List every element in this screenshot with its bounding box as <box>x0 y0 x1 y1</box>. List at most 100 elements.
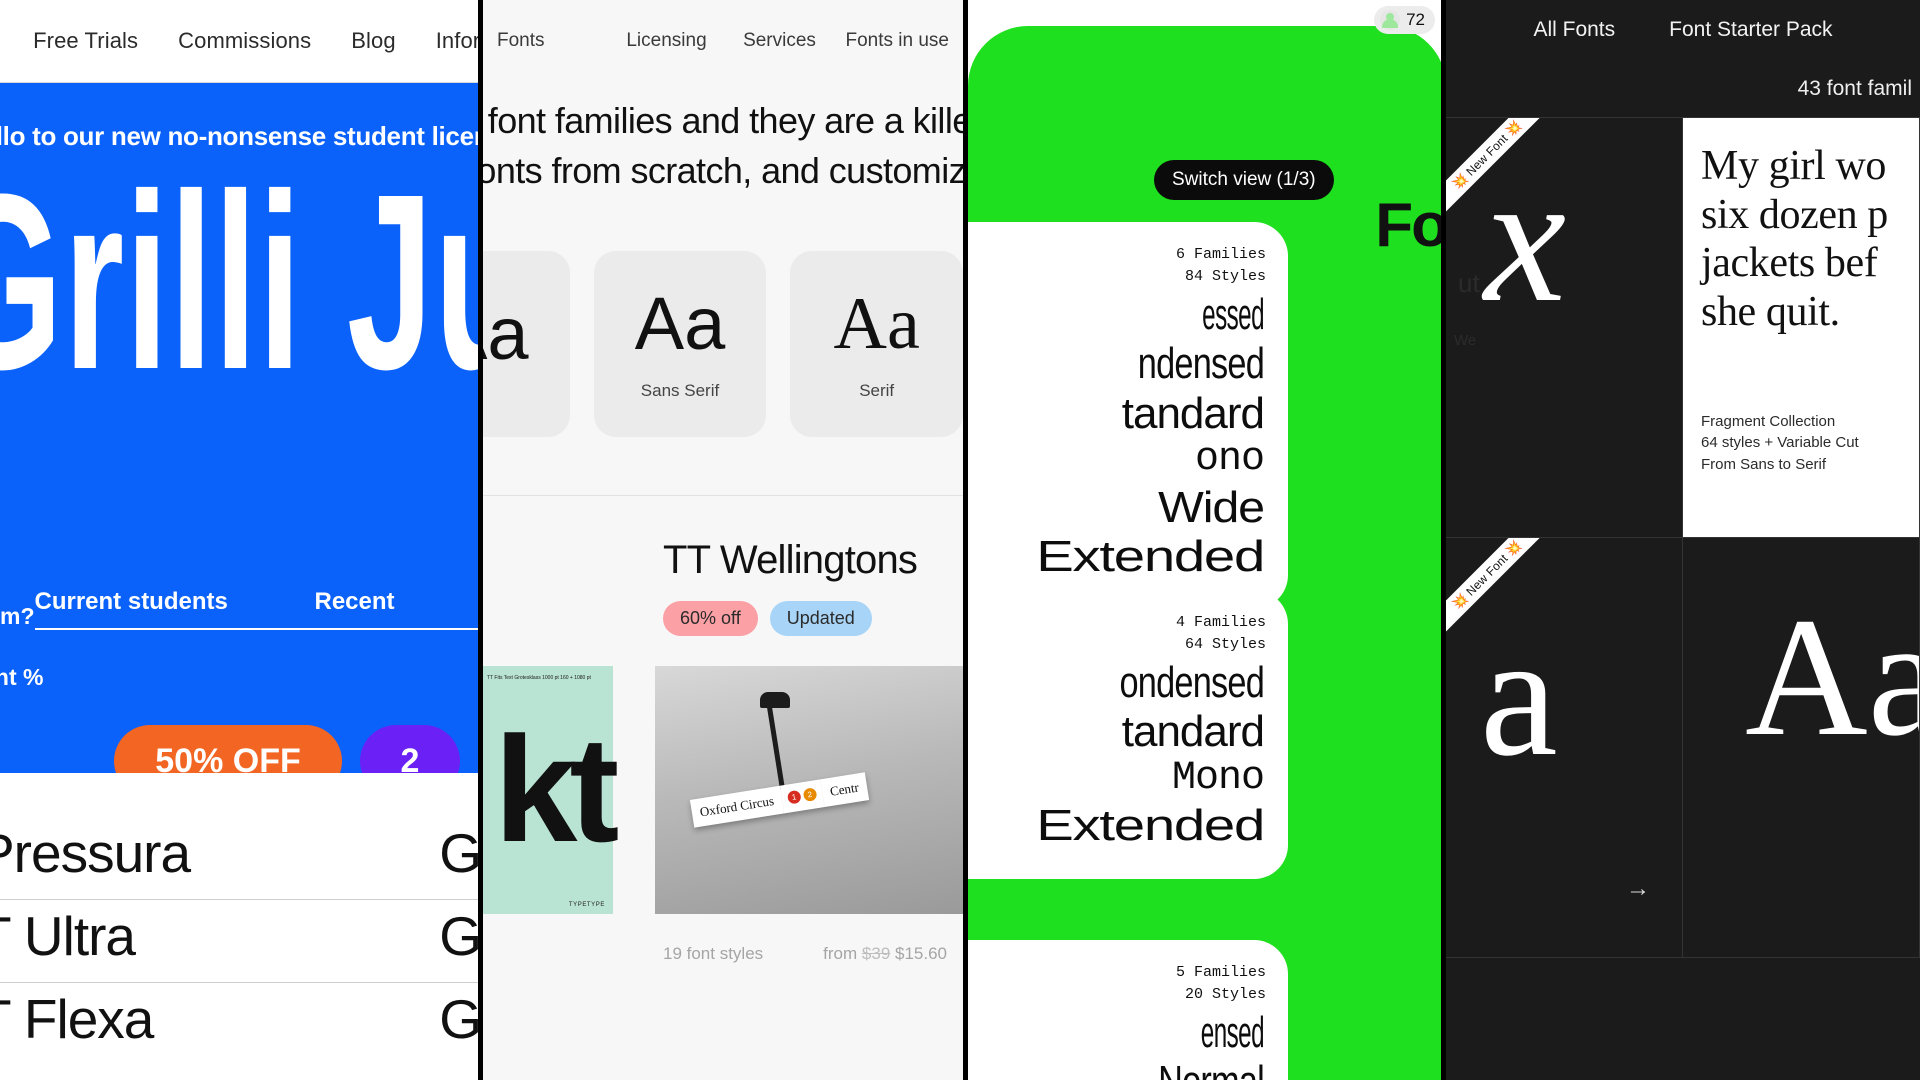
discount-pill-50-off[interactable]: 50% OFF <box>114 725 342 773</box>
family-width-line: ensed <box>1200 1008 1265 1057</box>
family-card[interactable]: 5 Families 20 Styles ensed Normal <box>968 940 1288 1080</box>
family-card-meta: 4 Families 64 Styles <box>1176 612 1266 656</box>
form-field-recent[interactable]: Recent <box>314 588 478 630</box>
sign-dot-2: 2 <box>802 787 818 803</box>
form-row-discount: count % <box>0 664 478 691</box>
category-card-serif[interactable]: Aa Serif <box>790 251 963 438</box>
family-width-line: tandard <box>1121 707 1265 757</box>
font-count-label: 43 font famil <box>1797 76 1912 100</box>
font-family-block: TT Wellingtons 60% off Updated <box>663 496 963 637</box>
discount-pill-secondary[interactable]: 2 <box>360 725 460 773</box>
form-label-whom: whom? <box>0 603 35 629</box>
floating-word: Fo <box>1375 191 1441 260</box>
family-width-line: ono <box>1194 436 1265 482</box>
switch-view-button[interactable]: Switch view (1/3) <box>1154 160 1334 200</box>
category-card-group: Aa Aa Sans Serif Aa Serif <box>483 195 963 438</box>
font-card-specimen[interactable]: My girl wo six dozen p jackets bef she q… <box>1683 118 1920 538</box>
family-width-line: Extended <box>1036 801 1265 851</box>
form-row-whom: whom? Current students Recent <box>0 588 478 630</box>
specimen-mint-card[interactable]: TT Fits Text Grotesklass 1000 pt 160 + 1… <box>483 666 619 915</box>
specimen-tiny-text: TT Fits Text Grotesklass 1000 pt 160 + 1… <box>487 675 591 682</box>
nav-item-licensing[interactable]: Licensing <box>610 30 723 52</box>
family-title: TT Wellingtons <box>663 538 918 583</box>
family-card[interactable]: 4 Families 64 Styles ondensed tandard Mo… <box>968 590 1288 879</box>
caption-line-1: Fragment Collection <box>1701 413 1836 431</box>
ghost-text-2: We <box>1454 332 1477 349</box>
nav-item-commissions[interactable]: Commissions <box>178 28 311 54</box>
badge-discount: 60% off <box>663 601 758 637</box>
specimen-photo-card[interactable]: Oxford Circus 1 2 Centr <box>655 666 963 915</box>
ghost-text-1: ut <box>1458 268 1480 298</box>
avatar-counter[interactable]: 72 <box>1374 6 1435 34</box>
aa-glyph: Aa <box>483 292 529 376</box>
font-name: T Flexa <box>0 988 154 1050</box>
sign-text-central: Centr <box>820 772 869 808</box>
family-width-line: Normal <box>986 1057 1265 1080</box>
specimen-row: TT Fits Text Grotesklass 1000 pt 160 + 1… <box>483 666 963 915</box>
panel2-headline: - font families and they are a killer fo… <box>483 82 963 195</box>
sign-pole <box>765 700 786 791</box>
family-card[interactable]: 6 Families 84 Styles essed ndensed tanda… <box>968 222 1288 610</box>
font-list: Pressura G T Ultra G T Flexa G <box>0 773 478 1065</box>
font-name: T Ultra <box>0 905 136 967</box>
family-width-line: Mono <box>1171 755 1265 801</box>
family-width-line: tandard <box>1121 388 1265 438</box>
font-glyph-a: a <box>1480 598 1558 792</box>
family-card-meta: 5 Families 20 Styles <box>1176 962 1266 1006</box>
tab-font-starter-pack[interactable]: Font Starter Pack <box>1669 18 1832 42</box>
nav-item-fonts-in-use[interactable]: Fonts in use <box>836 30 950 52</box>
hero-wordmark: Grilli Jun <box>0 142 478 421</box>
headline-line-1: - font families and they are a killer <box>478 100 963 141</box>
font-glyph: G <box>439 822 478 884</box>
panel-grilli-type: s Free Trials Commissions Blog Informati… <box>0 0 478 1080</box>
category-card-sans-serif[interactable]: Aa Sans Serif <box>593 251 767 438</box>
nav-item-fonts[interactable]: Fonts <box>497 30 610 52</box>
font-glyph-script: x <box>1484 136 1567 341</box>
styles-count: 64 Styles <box>1184 635 1266 653</box>
font-glyph-aa: Aa <box>1745 583 1919 771</box>
nav-item-blog[interactable]: Blog <box>351 28 395 54</box>
price-block: from $39 $15.60 <box>823 944 947 964</box>
list-item[interactable]: T Flexa G <box>0 983 478 1065</box>
arrow-right-icon[interactable]: → <box>1626 875 1650 903</box>
specimen-text: My girl wo six dozen p jackets bef she q… <box>1701 143 1888 336</box>
nav-item-information[interactable]: Information <box>436 28 478 54</box>
nav-item-services[interactable]: Services <box>723 30 836 52</box>
panel-green-font-family: 72 Fo Switch view (1/3) 6 Families 84 St… <box>963 0 1441 1080</box>
discount-pill-group: 50% OFF 2 <box>0 725 478 773</box>
category-card-partial[interactable]: Aa <box>483 251 570 438</box>
tab-all-fonts[interactable]: All Fonts <box>1533 18 1615 42</box>
font-card-script[interactable]: ut We x 💥 New Font 💥 <box>1446 118 1683 538</box>
family-badge-group: 60% off Updated <box>663 601 963 637</box>
nav-item-free-trials[interactable]: Free Trials <box>33 28 138 54</box>
form-label-discount: count % <box>0 664 44 690</box>
font-card-sans-a[interactable]: a 💥 New Font 💥 → <box>1446 538 1683 958</box>
specimen-brand-label: TYPETYPE <box>568 902 605 909</box>
avatar-count: 72 <box>1406 10 1425 29</box>
font-card-aa[interactable]: Aa <box>1683 538 1920 958</box>
price-prefix: from <box>823 944 858 964</box>
sign-text-oxford: Oxford Circus <box>689 786 784 828</box>
form-field-current-students[interactable]: Current students <box>34 588 315 630</box>
aa-glyph: Aa <box>634 282 726 366</box>
list-item[interactable]: Pressura G <box>0 817 478 900</box>
specimen-glyph: kt <box>494 705 619 874</box>
family-card-meta: 6 Families 84 Styles <box>1176 244 1266 288</box>
price-old: $39 <box>861 944 891 964</box>
specimen-caption: Fragment Collection 64 styles + Variable… <box>1701 411 1859 475</box>
screenshot-stage: s Free Trials Commissions Blog Informati… <box>0 0 1920 1080</box>
family-width-line: ondensed <box>1119 658 1264 707</box>
aa-glyph: Aa <box>833 283 920 366</box>
panel1-navbar: s Free Trials Commissions Blog Informati… <box>0 0 478 83</box>
panel-dark-font-browser: All Fonts Font Starter Pack 43 font fami… <box>1441 0 1920 1080</box>
caption-line-3: From Sans to Serif <box>1701 455 1827 473</box>
panel2-navbar: Fonts Licensing Services Fonts in use <box>483 0 963 82</box>
font-glyph: G <box>439 988 478 1050</box>
families-count: 4 Families <box>1175 614 1266 631</box>
panel4-navbar: All Fonts Font Starter Pack <box>1446 0 1920 60</box>
sign-bracket <box>760 692 790 709</box>
list-item[interactable]: T Ultra G <box>0 900 478 983</box>
category-label: Serif <box>859 381 895 401</box>
families-count: 6 Families <box>1175 246 1266 263</box>
hero-banner: hello to our new no-nonsense student lic… <box>0 83 478 773</box>
